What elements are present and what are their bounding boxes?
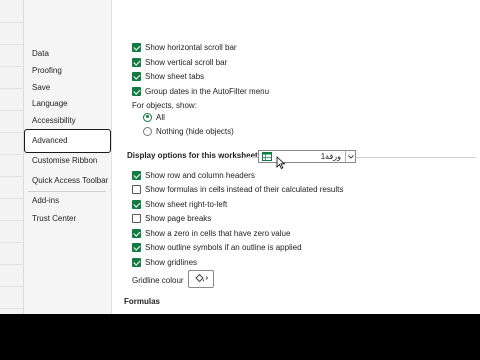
right-to-left-option[interactable]: Show sheet right-to-left [132,198,227,210]
paint-bucket-icon [195,273,209,283]
chevron-down-icon[interactable] [345,151,355,162]
objects-nothing-label: Nothing (hide objects) [156,126,234,136]
objects-all-label: All [156,112,165,122]
sidebar-item-add-ins[interactable]: Add-ins [32,195,59,207]
outline-symbols-label: Show outline symbols if an outline is ap… [145,242,302,252]
for-objects-show-label: For objects, show: [132,100,197,110]
formulas-in-cells-label: Show formulas in cells instead of their … [145,184,344,194]
show-vertical-scroll-bar-checkbox[interactable] [132,57,141,67]
heading-rule-right [356,157,476,158]
outline-symbols-checkbox[interactable] [132,242,141,252]
zero-in-cells-label: Show a zero in cells that have zero valu… [145,228,291,238]
gridlines-checkbox[interactable] [132,257,141,267]
sidebar-item-proofing[interactable]: Proofing [32,65,62,77]
sidebar-item-save[interactable]: Save [32,82,50,94]
gridline-colour-label: Gridline colour [132,275,184,285]
sidebar-item-trust-center[interactable]: Trust Center [32,213,76,225]
objects-all-radio[interactable] [143,112,152,122]
heading-rule [245,157,258,158]
row-column-headers-label: Show row and column headers [145,170,255,180]
worksheet-options-heading: Display options for this worksheet: [127,151,261,160]
show-sheet-tabs-option[interactable]: Show sheet tabs [132,70,204,82]
formulas-section-heading: Formulas [124,297,161,306]
show-sheet-tabs-label: Show sheet tabs [145,71,205,81]
show-vertical-scroll-bar-label: Show vertical scroll bar [145,57,228,67]
mouse-cursor-icon [276,156,286,170]
outline-symbols-option[interactable]: Show outline symbols if an outline is ap… [132,241,302,253]
sidebar-item-quick-access-toolbar[interactable]: Quick Access Toolbar [32,175,108,187]
gridlines-option[interactable]: Show gridlines [132,256,197,268]
right-to-left-label: Show sheet right-to-left [145,199,228,209]
group-dates-label: Group dates in the AutoFilter menu [145,86,270,96]
sidebar-item-language[interactable]: Language [32,98,68,110]
row-column-headers-option[interactable]: Show row and column headers [132,169,255,181]
gridlines-label: Show gridlines [145,257,198,267]
show-horizontal-scroll-bar-checkbox[interactable] [132,42,141,52]
objects-nothing-radio[interactable] [143,126,152,136]
page-breaks-option[interactable]: Show page breaks [132,212,211,224]
sheet-icon [262,152,272,161]
show-sheet-tabs-checkbox[interactable] [132,71,141,81]
sidebar-item-accessibility[interactable]: Accessibility [32,115,76,127]
excel-options-dialog: Data Proofing Save Language Accessibilit… [0,0,480,314]
show-horizontal-scroll-bar-option[interactable]: Show horizontal scroll bar [132,41,237,53]
zero-in-cells-option[interactable]: Show a zero in cells that have zero valu… [132,227,290,239]
worksheet-edge [0,0,24,314]
sidebar-item-data[interactable]: Data [32,48,49,60]
zero-in-cells-checkbox[interactable] [132,228,141,238]
page-breaks-checkbox[interactable] [132,213,141,223]
show-horizontal-scroll-bar-label: Show horizontal scroll bar [145,42,237,52]
formulas-in-cells-checkbox[interactable] [132,184,141,194]
objects-all-option[interactable]: All [143,111,165,123]
sidebar-item-customise-ribbon[interactable]: Customise Ribbon [32,155,97,167]
sidebar-divider [28,191,106,192]
gridline-colour-button[interactable] [188,270,214,288]
show-vertical-scroll-bar-option[interactable]: Show vertical scroll bar [132,56,227,68]
group-dates-option[interactable]: Group dates in the AutoFilter menu [132,85,269,97]
page-breaks-label: Show page breaks [145,213,212,223]
sidebar-item-advanced-label: Advanced [32,136,68,145]
worksheet-select[interactable]: ورقة1 [258,150,356,163]
right-to-left-checkbox[interactable] [132,199,141,209]
objects-nothing-option[interactable]: Nothing (hide objects) [143,125,234,137]
group-dates-checkbox[interactable] [132,86,141,96]
sidebar-item-advanced[interactable]: Advanced [24,129,111,153]
formulas-in-cells-option[interactable]: Show formulas in cells instead of their … [132,183,343,195]
row-column-headers-checkbox[interactable] [132,170,141,180]
advanced-options-panel: Show horizontal scroll bar Show vertical… [112,0,480,314]
